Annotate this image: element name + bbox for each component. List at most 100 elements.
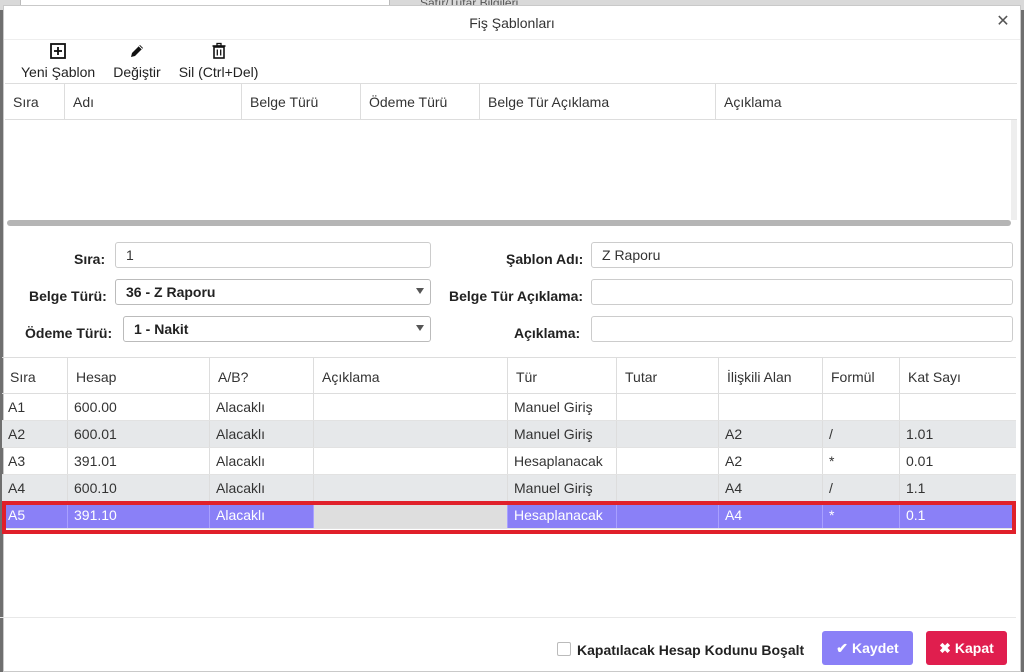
templates-grid-horizontal-scrollbar[interactable] — [7, 220, 1011, 226]
column-header-belge-tur-aciklama[interactable]: Belge Tür Açıklama — [480, 84, 716, 119]
cell-kat-sayi[interactable] — [900, 394, 1014, 420]
cell-formul[interactable] — [823, 394, 900, 420]
cell-tur[interactable]: Manuel Giriş — [508, 394, 617, 420]
column-header-aciklama[interactable]: Açıklama — [314, 358, 508, 393]
column-header-belge-turu[interactable]: Belge Türü — [242, 84, 361, 119]
dialog-footer: Kapatılacak Hesap Kodunu Boşalt ✔ Kaydet… — [0, 617, 1016, 667]
cell-aciklama[interactable] — [314, 394, 508, 420]
dialog-title: Fiş Şablonları — [469, 15, 555, 31]
cell-tutar[interactable] — [617, 502, 719, 528]
cell-aciklama[interactable] — [314, 502, 508, 528]
close-icon: ✖ — [939, 639, 951, 656]
templates-grid[interactable]: Sıra Adı Belge Türü Ödeme Türü Belge Tür… — [5, 83, 1017, 226]
cell-formul[interactable]: / — [823, 421, 900, 447]
cell-tur[interactable]: Manuel Giriş — [508, 475, 617, 501]
cell-hesap[interactable]: 600.10 — [68, 475, 210, 501]
lines-grid-header: Sıra Hesap A/B? Açıklama Tür Tutar İlişk… — [2, 358, 1016, 394]
close-icon[interactable]: ✕ — [994, 13, 1012, 31]
trash-icon — [212, 42, 226, 59]
column-header-aciklama[interactable]: Açıklama — [716, 84, 1014, 119]
cell-ab[interactable]: Alacaklı — [210, 448, 314, 474]
odeme-turu-select[interactable]: 1 - Nakit — [123, 316, 431, 342]
cell-ab[interactable]: Alacaklı — [210, 394, 314, 420]
cell-tur[interactable]: Hesaplanacak — [508, 448, 617, 474]
new-template-label: Yeni Şablon — [21, 64, 96, 80]
close-button[interactable]: ✖ Kapat — [926, 631, 1007, 665]
cell-iliskili-alan[interactable]: A2 — [719, 448, 823, 474]
delete-button[interactable]: Sil (Ctrl+Del) — [170, 40, 268, 88]
cell-iliskili-alan[interactable] — [719, 394, 823, 420]
cell-formul[interactable]: / — [823, 475, 900, 501]
templates-grid-header: Sıra Adı Belge Türü Ödeme Türü Belge Tür… — [5, 84, 1017, 120]
cell-sira[interactable]: A2 — [2, 421, 68, 447]
templates-grid-vertical-scrollbar[interactable] — [1011, 120, 1017, 220]
new-template-button[interactable]: Yeni Şablon — [12, 40, 104, 88]
cell-kat-sayi[interactable]: 1.1 — [900, 475, 1014, 501]
clear-account-code-label[interactable]: Kapatılacak Hesap Kodunu Boşalt — [577, 642, 804, 658]
table-row[interactable]: A5 391.10 Alacaklı Hesaplanacak A4 * 0.1 — [2, 502, 1016, 529]
column-header-kat-sayi[interactable]: Kat Sayı — [900, 358, 1014, 393]
cell-hesap[interactable]: 391.10 — [68, 502, 210, 528]
column-header-sira[interactable]: Sıra — [5, 84, 65, 119]
table-row[interactable]: A3 391.01 Alacaklı Hesaplanacak A2 * 0.01 — [2, 448, 1016, 475]
column-header-iliskili-alan[interactable]: İlişkili Alan — [719, 358, 823, 393]
cell-sira[interactable]: A5 — [2, 502, 68, 528]
cell-sira[interactable]: A1 — [2, 394, 68, 420]
cell-formul[interactable]: * — [823, 502, 900, 528]
sira-input[interactable]: 1 — [115, 242, 431, 268]
cell-hesap[interactable]: 391.01 — [68, 448, 210, 474]
table-row[interactable]: A4 600.10 Alacaklı Manuel Giriş A4/1.1 — [2, 475, 1016, 502]
cell-sira[interactable]: A3 — [2, 448, 68, 474]
cell-tur[interactable]: Manuel Giriş — [508, 421, 617, 447]
column-header-sira[interactable]: Sıra — [2, 358, 68, 393]
cell-hesap[interactable]: 600.01 — [68, 421, 210, 447]
cell-tutar[interactable] — [617, 394, 719, 420]
aciklama-input[interactable] — [591, 316, 1013, 342]
column-header-hesap[interactable]: Hesap — [68, 358, 210, 393]
edit-label: Değiştir — [113, 64, 161, 80]
template-form: Sıra: 1 Belge Türü: 36 - Z Raporu Ödeme … — [2, 232, 1016, 356]
column-header-tutar[interactable]: Tutar — [617, 358, 719, 393]
belge-tur-aciklama-input[interactable] — [591, 279, 1013, 305]
cell-sira[interactable]: A4 — [2, 475, 68, 501]
aciklama-label: Açıklama: — [514, 325, 581, 341]
dialog-titlebar: Fiş Şablonları ✕ — [4, 6, 1020, 40]
cell-kat-sayi[interactable]: 1.01 — [900, 421, 1014, 447]
column-header-formul[interactable]: Formül — [823, 358, 900, 393]
cell-aciklama[interactable] — [314, 475, 508, 501]
cell-tutar[interactable] — [617, 421, 719, 447]
save-label: Kaydet — [852, 640, 899, 656]
cell-tutar[interactable] — [617, 475, 719, 501]
cell-iliskili-alan[interactable]: A2 — [719, 421, 823, 447]
cell-formul[interactable]: * — [823, 448, 900, 474]
cell-aciklama[interactable] — [314, 421, 508, 447]
sablon-adi-input[interactable]: Z Raporu — [591, 242, 1013, 268]
lines-grid[interactable]: Sıra Hesap A/B? Açıklama Tür Tutar İlişk… — [2, 357, 1016, 619]
save-button[interactable]: ✔ Kaydet — [822, 631, 913, 665]
belge-turu-select[interactable]: 36 - Z Raporu — [115, 279, 431, 305]
cell-iliskili-alan[interactable]: A4 — [719, 475, 823, 501]
cell-ab[interactable]: Alacaklı — [210, 502, 314, 528]
plus-square-icon — [50, 43, 67, 59]
table-row[interactable]: A2 600.01 Alacaklı Manuel Giriş A2/1.01 — [2, 421, 1016, 448]
pencil-icon — [130, 45, 143, 57]
cell-ab[interactable]: Alacaklı — [210, 421, 314, 447]
chevron-down-icon — [416, 288, 424, 294]
cell-kat-sayi[interactable]: 0.01 — [900, 448, 1014, 474]
column-header-adi[interactable]: Adı — [65, 84, 242, 119]
column-header-tur[interactable]: Tür — [508, 358, 617, 393]
clear-account-code-checkbox[interactable] — [557, 642, 571, 656]
chevron-down-icon — [416, 325, 424, 331]
cell-hesap[interactable]: 600.00 — [68, 394, 210, 420]
cell-kat-sayi[interactable]: 0.1 — [900, 502, 1014, 528]
cell-tutar[interactable] — [617, 448, 719, 474]
cell-aciklama[interactable] — [314, 448, 508, 474]
cell-tur[interactable]: Hesaplanacak — [508, 502, 617, 528]
column-header-odeme-turu[interactable]: Ödeme Türü — [361, 84, 480, 119]
edit-button[interactable]: Değiştir — [104, 40, 169, 88]
lines-grid-body: A1 600.00 Alacaklı Manuel Giriş A2 600.01 Alac… — [2, 394, 1016, 529]
cell-ab[interactable]: Alacaklı — [210, 475, 314, 501]
table-row[interactable]: A1 600.00 Alacaklı Manuel Giriş — [2, 394, 1016, 421]
column-header-ab[interactable]: A/B? — [210, 358, 314, 393]
cell-iliskili-alan[interactable]: A4 — [719, 502, 823, 528]
